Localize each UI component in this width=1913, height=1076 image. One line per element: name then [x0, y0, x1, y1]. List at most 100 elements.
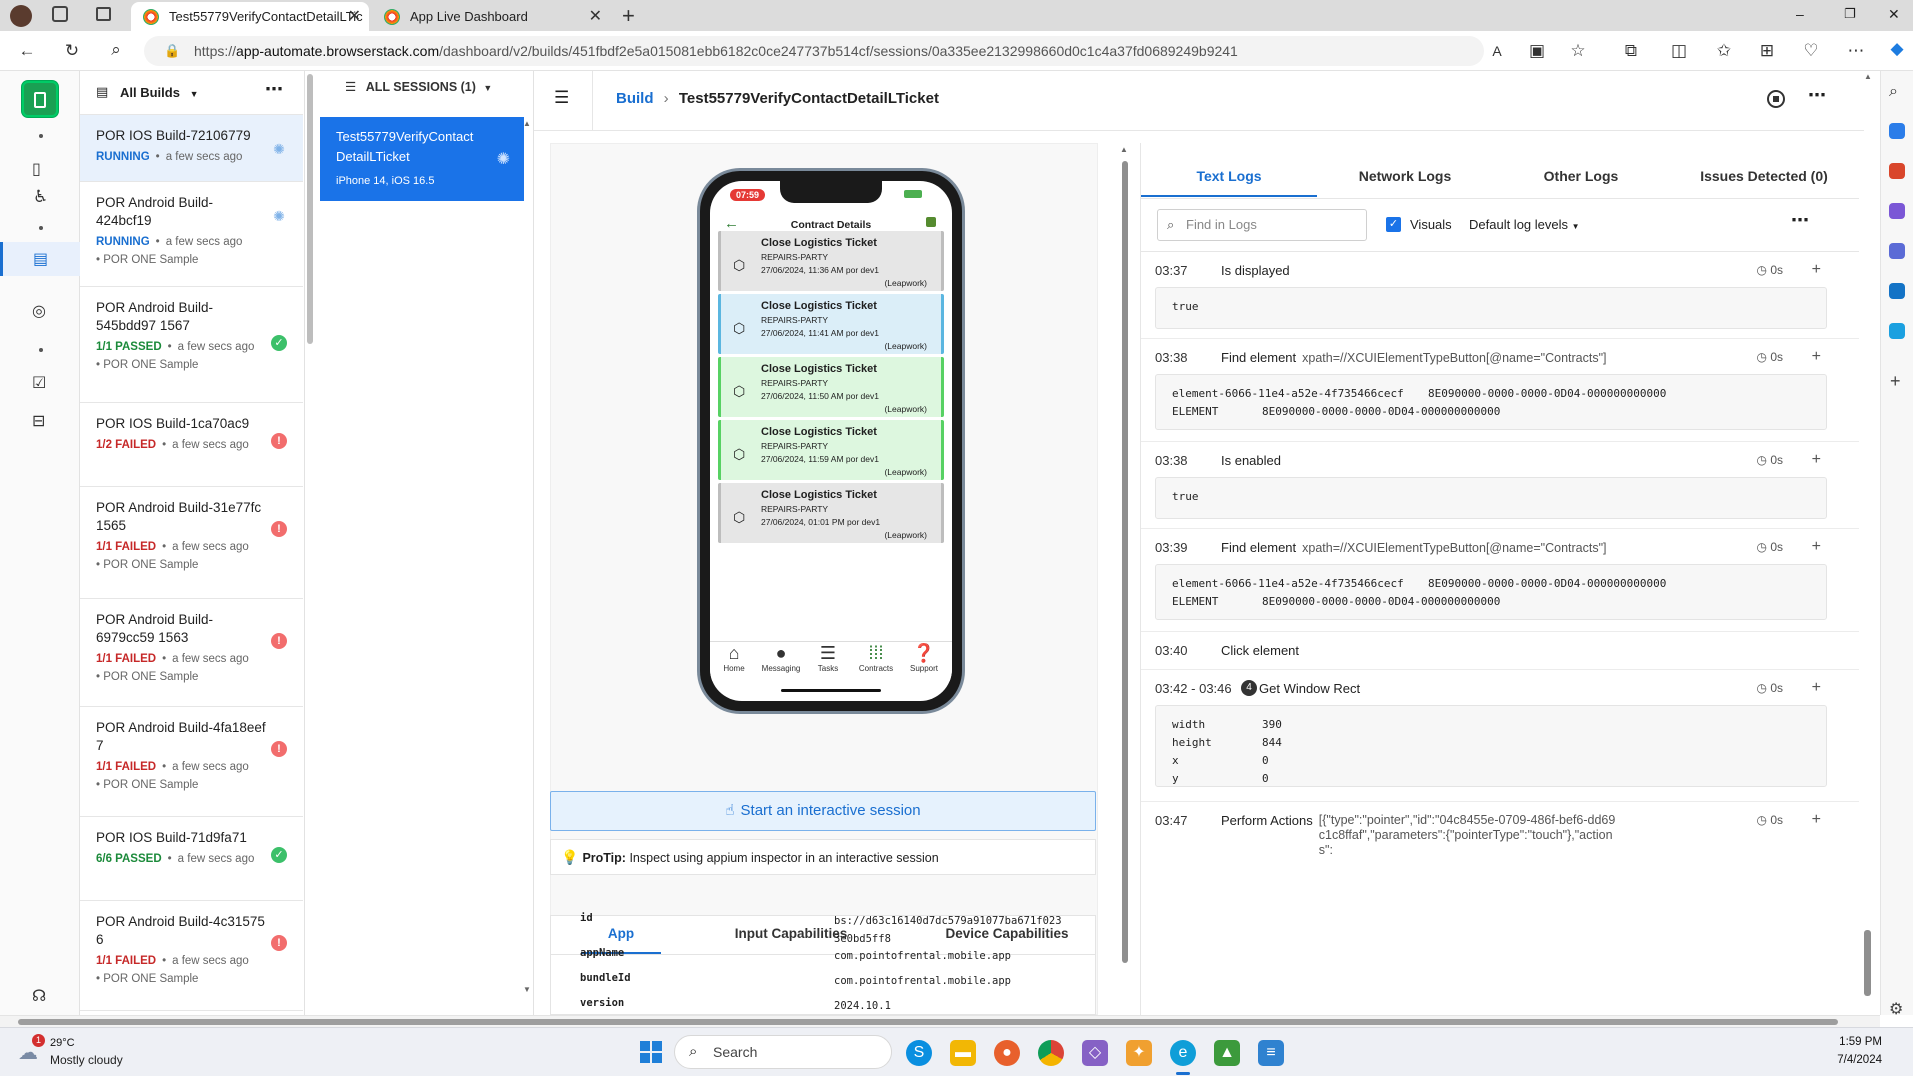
clock-time[interactable]: 1:59 PM — [1822, 1036, 1882, 1048]
windows-start-icon[interactable] — [640, 1041, 662, 1063]
app-automate-logo[interactable] — [22, 81, 58, 117]
sessions-scroll-down-icon[interactable]: ▼ — [523, 985, 531, 994]
visual-testing-icon[interactable]: ◎ — [32, 301, 46, 321]
nav-support[interactable]: ❓ Support — [900, 642, 948, 673]
tab-text-logs[interactable]: Text Logs — [1141, 155, 1317, 197]
add-icon[interactable]: + — [1890, 371, 1901, 392]
builds-scrollbar-thumb[interactable] — [307, 74, 313, 344]
extensions-icon[interactable]: ⧉ — [1620, 41, 1642, 61]
build-list-item[interactable]: POR Android Build-424bcf19 RUNNING • a few … — [80, 182, 303, 287]
restore-button[interactable]: ❐ — [1844, 6, 1856, 22]
new-tab-button[interactable]: + — [622, 3, 635, 29]
logs-more-icon[interactable]: ⋯ — [1791, 210, 1809, 231]
expand-plus-icon[interactable]: + — [1812, 348, 1821, 366]
drop-icon[interactable] — [1889, 323, 1905, 339]
stop-session-icon[interactable] — [1767, 90, 1785, 108]
build-list-item[interactable]: POR Android Build-4fa18eef 7 1/1 FAILED • a… — [80, 707, 303, 817]
build-list-item[interactable]: POR IOS Build-1ca70ac9 1/2 FAILED • a few s… — [80, 403, 303, 487]
build-list-item[interactable]: POR Android Build-545bdd97 1567 1/1 PASSE… — [80, 287, 303, 403]
lock-icon[interactable]: 🔒 — [164, 36, 180, 66]
tab-actions-icon[interactable] — [96, 7, 111, 21]
builds-nav-icon[interactable]: ▤ — [0, 242, 80, 276]
ticket-card[interactable]: ⬡ Close Logistics Ticket REPAIRS-PARTY 27/0… — [718, 231, 944, 291]
games-icon[interactable] — [1889, 203, 1905, 219]
expand-plus-icon[interactable]: + — [1812, 261, 1821, 279]
dev-tool-icon[interactable]: ✦ — [1126, 1040, 1152, 1066]
tools-icon[interactable] — [1889, 163, 1905, 179]
scroll-up-icon[interactable]: ▲ — [1120, 145, 1128, 154]
breadcrumb-build-link[interactable]: Build — [616, 90, 654, 107]
build-list-item[interactable]: POR Android Build-6979cc59 1563 1/1 FAILE… — [80, 599, 303, 707]
edge-icon[interactable]: e — [1170, 1040, 1196, 1066]
nav-messaging[interactable]: ● Messaging — [757, 642, 805, 673]
tab-issues-detected[interactable]: Issues Detected (0) — [1669, 155, 1859, 197]
test-reports-icon[interactable]: ☑ — [32, 373, 46, 393]
expand-plus-icon[interactable]: + — [1812, 538, 1821, 556]
tab-network-logs[interactable]: Network Logs — [1317, 155, 1493, 197]
tab-close-icon[interactable]: ✕ — [589, 2, 602, 31]
horizontal-scrollbar-thumb[interactable] — [18, 1019, 1838, 1025]
collections-icon[interactable]: ⊞ — [1756, 41, 1778, 61]
session-item[interactable]: Test55779VerifyContactDetailLTicket iPho… — [320, 117, 524, 201]
expand-plus-icon[interactable]: + — [1812, 811, 1821, 829]
build-list-item[interactable]: POR Android Build-4c31575 6 1/1 FAILED • a … — [80, 901, 303, 1011]
device-screen[interactable]: 07:59 ← Contract Details ⬡ Close Logistic… — [710, 181, 952, 701]
profile-avatar[interactable] — [10, 5, 32, 27]
sessions-scroll-up-icon[interactable]: ▲ — [523, 119, 531, 128]
split-screen-icon[interactable]: ◫ — [1668, 41, 1690, 61]
all-builds-dropdown[interactable]: All Builds ▼ — [120, 85, 199, 100]
nav-contracts[interactable]: ⁞⁞⁞ Contracts — [852, 642, 900, 673]
devices-icon[interactable]: ▯ — [32, 159, 41, 179]
log-search-box[interactable]: ⌕ Find in Logs — [1157, 209, 1367, 241]
url-field[interactable]: 🔒 https://app-automate.browserstack.com/… — [144, 36, 1484, 66]
visuals-checkbox[interactable]: ✓ — [1386, 217, 1401, 232]
search-icon[interactable]: ⌕ — [1889, 83, 1898, 101]
expand-plus-icon[interactable]: + — [1812, 679, 1821, 697]
browser-tab-session[interactable]: Test55779VerifyContactDetailLTic ✕ — [131, 2, 369, 31]
start-interactive-session-button[interactable]: ☝ Start an interactive session — [550, 791, 1096, 831]
tab-close-icon[interactable]: ✕ — [348, 2, 361, 31]
device-panel-scrollbar[interactable] — [1122, 161, 1128, 963]
build-list-item[interactable]: POR IOS Build-71d9fa71 6/6 PASSED • a few s… — [80, 817, 303, 901]
builds-more-icon[interactable]: ⋯ — [265, 79, 283, 100]
skype-icon[interactable]: S — [906, 1040, 932, 1066]
visual-studio-icon[interactable]: ◇ — [1082, 1040, 1108, 1066]
back-icon[interactable]: ← — [16, 41, 38, 61]
shopping-icon[interactable] — [1889, 123, 1905, 139]
minimize-button[interactable]: – — [1796, 6, 1804, 22]
accessibility-icon[interactable]: ♿ — [33, 187, 48, 207]
read-aloud-icon[interactable]: A — [1486, 41, 1508, 61]
sessions-header[interactable]: ☰ ALL SESSIONS (1) ▼ — [345, 79, 492, 94]
favorite-star-icon[interactable]: ☆ — [1567, 41, 1589, 61]
app-available-icon[interactable]: ▣ — [1526, 41, 1548, 61]
ticket-card[interactable]: ⬡ Close Logistics Ticket REPAIRS-PARTY 27/0… — [718, 483, 944, 543]
ticket-card[interactable]: ⬡ Close Logistics Ticket REPAIRS-PARTY 27/0… — [718, 357, 944, 417]
firefox-icon[interactable]: ● — [994, 1040, 1020, 1066]
build-list-item[interactable]: POR Android Build-31e77fc 1565 1/1 FAILED… — [80, 487, 303, 599]
build-list-item[interactable]: POR IOS Build-72106779 RUNNING • a few secs… — [80, 115, 303, 182]
notepad-icon[interactable]: ≡ — [1258, 1040, 1284, 1066]
log-levels-dropdown[interactable]: Default log levels ▼ — [1469, 217, 1580, 232]
copilot-icon[interactable]: ◆ — [1886, 39, 1908, 59]
header-more-icon[interactable]: ⋯ — [1808, 85, 1826, 106]
more-menu-icon[interactable]: ⋯ — [1845, 41, 1867, 61]
weather-widget[interactable]: ☁ 1 29°C Mostly cloudy — [18, 1034, 178, 1070]
ticket-card[interactable]: ⬡ Close Logistics Ticket REPAIRS-PARTY 27/0… — [718, 294, 944, 354]
nav-tasks[interactable]: ☰ Tasks — [804, 642, 852, 673]
microsoft365-icon[interactable] — [1889, 243, 1905, 259]
test-management-icon[interactable]: ⊟ — [32, 411, 45, 431]
workspaces-icon[interactable] — [52, 6, 68, 22]
page-scrollbar-thumb[interactable] — [1864, 930, 1871, 996]
nav-home[interactable]: ⌂ Home — [710, 642, 758, 673]
taskbar-search[interactable]: ⌕ Search — [674, 1035, 892, 1069]
page-scroll-up-icon[interactable]: ▲ — [1864, 72, 1872, 81]
expand-plus-icon[interactable]: + — [1812, 451, 1821, 469]
collapse-sidebar-icon[interactable]: ☰ — [554, 88, 569, 108]
browser-essentials-icon[interactable]: ♡ — [1800, 41, 1822, 61]
chrome-icon[interactable] — [1038, 1040, 1064, 1066]
close-window-button[interactable]: ✕ — [1888, 6, 1900, 23]
browser-tab-app-live[interactable]: App Live Dashboard ✕ — [372, 2, 610, 31]
support-headset-icon[interactable]: ☊ — [32, 986, 46, 1006]
search-icon[interactable]: ⌕ — [105, 40, 127, 60]
tab-other-logs[interactable]: Other Logs — [1493, 155, 1669, 197]
